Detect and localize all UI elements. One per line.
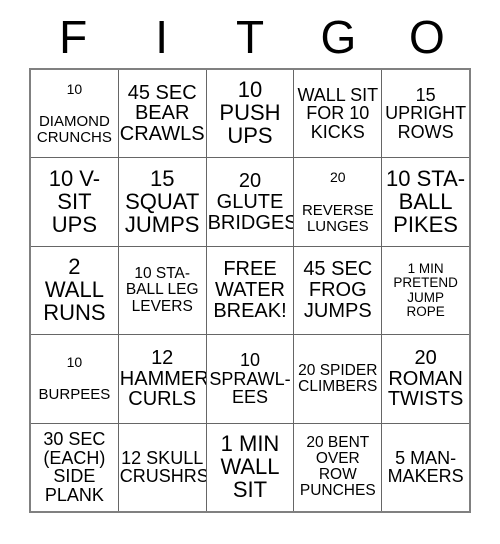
- header-letter-1: F: [59, 11, 88, 63]
- bingo-cell[interactable]: 12 SKULL CRUSHRS: [117, 423, 206, 512]
- bingo-cell-text: 1 MIN WALL SIT: [220, 431, 280, 502]
- bingo-cell-text: 20 GLUTE BRIDGES: [207, 169, 294, 234]
- bingo-cell-lead: 20: [330, 169, 346, 186]
- header-letter-4: G: [320, 11, 357, 63]
- bingo-cell-text: 10 STA- BALL PIKES: [386, 165, 466, 237]
- bingo-cell[interactable]: 30 SEC (EACH) SIDE PLANK: [31, 423, 118, 512]
- bingo-cell-text: 30 SEC (EACH) SIDE PLANK: [43, 428, 106, 506]
- bingo-cell[interactable]: 10 BURPEES: [31, 335, 118, 423]
- bingo-cell[interactable]: 10 DIAMOND CRUNCHS: [31, 70, 118, 158]
- bingo-row: 10 V- SIT UPS 15 SQUAT JUMPS 20 GLUTE BR…: [31, 157, 469, 246]
- bingo-cell[interactable]: 10 SPRAWL- EES: [205, 335, 294, 423]
- bingo-cell[interactable]: 10 PUSH UPS: [205, 70, 294, 158]
- header-letter-3: T: [235, 11, 265, 63]
- bingo-cell-text: 20 ROMAN TWISTS: [387, 346, 464, 411]
- bingo-cell-lead: 10: [66, 354, 83, 371]
- bingo-cell-text: 15 SQUAT JUMPS: [124, 165, 200, 237]
- header-letter-2: I: [155, 11, 168, 63]
- bingo-cell[interactable]: 12 HAMMER CURLS: [117, 335, 206, 423]
- bingo-cell-text: DIAMOND CRUNCHS: [36, 113, 112, 147]
- bingo-cell-text: 10 PUSH UPS: [219, 77, 281, 149]
- bingo-cell[interactable]: 20 BENT OVER ROW PUNCHES: [293, 423, 382, 512]
- bingo-cell-text: 5 MAN- MAKERS: [387, 447, 464, 487]
- bingo-cell[interactable]: FREE WATER BREAK!: [205, 246, 294, 335]
- header-letter-5: O: [408, 11, 445, 63]
- bingo-cell[interactable]: 15 UPRIGHT ROWS: [381, 70, 469, 158]
- bingo-cell[interactable]: 20 ROMAN TWISTS: [381, 335, 469, 423]
- bingo-row: 10 BURPEES 12 HAMMER CURLS 10 SPRAWL- EE…: [31, 334, 469, 423]
- bingo-cell[interactable]: 2 WALL RUNS: [31, 246, 118, 335]
- bingo-row: 30 SEC (EACH) SIDE PLANK 12 SKULL CRUSHR…: [31, 422, 469, 512]
- bingo-cell[interactable]: 1 MIN WALL SIT: [205, 423, 294, 512]
- bingo-card: F I T G O 10 DIAMOND CRUNCHS 45 SEC BEAR…: [0, 0, 500, 544]
- bingo-cell-text: 1 MIN PRETEND JUMP ROPE: [393, 261, 458, 319]
- bingo-cell[interactable]: 45 SEC BEAR CRAWLS: [117, 70, 206, 158]
- bingo-cell[interactable]: WALL SIT FOR 10 KICKS: [293, 70, 382, 158]
- bingo-cell-text: REVERSE LUNGES: [301, 201, 374, 235]
- bingo-cell-text: 12 HAMMER CURLS: [119, 346, 206, 411]
- bingo-cell-text: 2 WALL RUNS: [43, 254, 106, 325]
- bingo-row: 2 WALL RUNS 10 STA- BALL LEG LEVERS FREE…: [31, 245, 469, 335]
- bingo-cell-text: WALL SIT FOR 10 KICKS: [297, 84, 379, 143]
- bingo-cell[interactable]: 5 MAN- MAKERS: [381, 423, 469, 512]
- bingo-cell-text: FREE WATER BREAK!: [213, 258, 287, 322]
- bingo-cell[interactable]: 10 STA- BALL PIKES: [381, 158, 469, 246]
- bingo-cell-text: 20 BENT OVER ROW PUNCHES: [299, 434, 376, 500]
- bingo-header: F I T G O: [29, 8, 471, 66]
- bingo-cell[interactable]: 20 SPIDER CLIMBERS: [293, 335, 382, 423]
- bingo-cell[interactable]: 15 SQUAT JUMPS: [117, 158, 206, 246]
- bingo-cell-text: 10 SPRAWL- EES: [209, 349, 291, 408]
- bingo-cell[interactable]: 1 MIN PRETEND JUMP ROPE: [381, 246, 469, 335]
- bingo-cell[interactable]: 20 REVERSE LUNGES: [293, 158, 382, 246]
- bingo-cell-text: 15 UPRIGHT ROWS: [385, 84, 467, 143]
- bingo-cell-text: 45 SEC BEAR CRAWLS: [119, 81, 205, 146]
- bingo-cell[interactable]: 10 V- SIT UPS: [31, 158, 118, 246]
- bingo-cell-text: 10 STA- BALL LEG LEVERS: [125, 265, 199, 315]
- bingo-cell-text: BURPEES: [38, 386, 111, 404]
- bingo-cell-text: 10 V- SIT UPS: [48, 165, 101, 237]
- bingo-cell[interactable]: 45 SEC FROG JUMPS: [293, 246, 382, 335]
- bingo-grid: 10 DIAMOND CRUNCHS 45 SEC BEAR CRAWLS 10…: [29, 68, 471, 513]
- bingo-cell-text: 45 SEC FROG JUMPS: [303, 258, 373, 322]
- bingo-cell-text: 20 SPIDER CLIMBERS: [298, 361, 378, 395]
- bingo-cell-text: 12 SKULL CRUSHRS: [119, 447, 206, 487]
- bingo-cell-lead: 10: [66, 80, 83, 97]
- bingo-cell[interactable]: 10 STA- BALL LEG LEVERS: [117, 246, 206, 335]
- bingo-cell[interactable]: 20 GLUTE BRIDGES: [205, 158, 294, 246]
- bingo-row: 10 DIAMOND CRUNCHS 45 SEC BEAR CRAWLS 10…: [31, 70, 469, 158]
